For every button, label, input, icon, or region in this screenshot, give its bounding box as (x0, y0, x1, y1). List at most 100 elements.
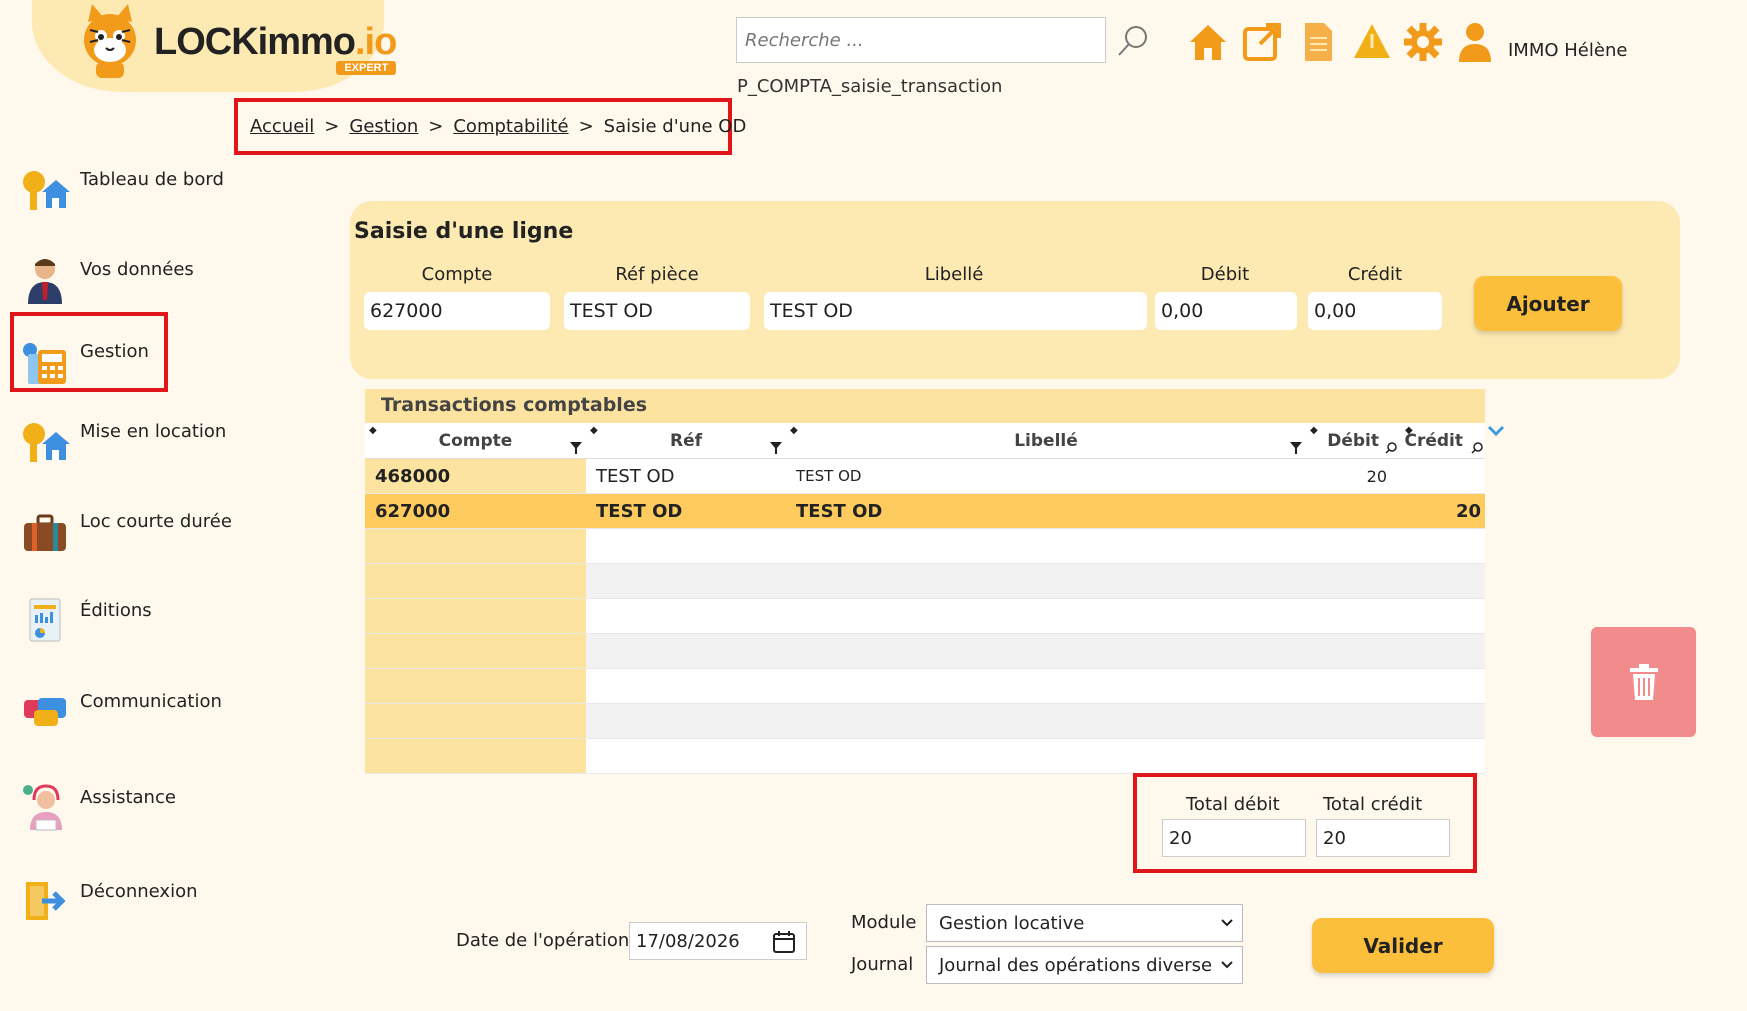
sidebar-item-mise-en-location[interactable]: Mise en location (20, 406, 240, 476)
sort-icon[interactable]: ◆ (1405, 425, 1413, 436)
breadcrumb-separator: > (324, 116, 340, 137)
calendar-icon[interactable] (772, 930, 796, 954)
column-header-credit[interactable]: ◆ Crédit (1401, 423, 1485, 458)
credit-input[interactable]: 0,00 (1308, 292, 1442, 330)
brand-badge: EXPERT (336, 61, 397, 75)
filter-icon[interactable] (770, 442, 782, 454)
label-compte: Compte (421, 264, 493, 285)
sidebar-item-label: Communication (80, 690, 222, 712)
cat-mascot-icon (84, 4, 136, 78)
user-icon[interactable] (1453, 20, 1497, 64)
delete-button[interactable] (1591, 627, 1696, 737)
cell-ref: TEST OD (596, 500, 683, 522)
sidebar-item-vos-donnees[interactable]: Vos données (20, 244, 240, 314)
gear-icon[interactable] (1401, 20, 1445, 64)
column-header-compte[interactable]: ◆ Compte (365, 423, 586, 458)
table-row-empty (365, 529, 1485, 564)
search-icon[interactable] (1116, 24, 1150, 58)
table-caption: Transactions comptables (365, 389, 1485, 423)
page-code: P_COMPTA_saisie_transaction (737, 76, 1003, 97)
sidebar-item-gestion[interactable]: Gestion (20, 326, 240, 396)
document-icon[interactable] (1296, 20, 1340, 64)
sidebar-item-assistance[interactable]: Assistance (20, 772, 240, 842)
label-libelle: Libellé (924, 264, 984, 285)
search-column-icon[interactable] (1385, 442, 1397, 454)
column-header-ref[interactable]: ◆ Réf (586, 423, 786, 458)
chevron-down-icon (1221, 919, 1233, 927)
user-name[interactable]: IMMO Hélène (1508, 40, 1627, 61)
breadcrumb-separator: > (428, 116, 444, 137)
logout-icon (26, 882, 66, 920)
house-key-icon (23, 171, 70, 210)
cell-credit: 20 (1455, 500, 1481, 522)
ajouter-button[interactable]: Ajouter (1474, 276, 1622, 331)
house-key-icon (23, 423, 70, 462)
breadcrumb-gestion[interactable]: Gestion (349, 116, 418, 137)
report-icon (29, 598, 61, 642)
table-row-selected[interactable]: 627000 TEST OD TEST OD 20 (365, 494, 1485, 529)
table-row[interactable]: 468000 TEST OD TEST OD 20 (365, 459, 1485, 494)
filter-icon[interactable] (570, 442, 582, 454)
sidebar-item-label: Éditions (80, 599, 152, 621)
table-row-empty (365, 599, 1485, 634)
column-header-debit[interactable]: ◆ Débit (1306, 423, 1401, 458)
journal-value: Journal des opérations diverse (939, 955, 1213, 976)
valider-button[interactable]: Valider (1312, 918, 1494, 973)
chat-icon (24, 698, 66, 726)
cell-libelle: TEST OD (796, 500, 883, 522)
sidebar-item-deconnexion[interactable]: Déconnexion (20, 866, 240, 936)
total-debit-field: 20 (1162, 819, 1306, 857)
saisie-title: Saisie d'une ligne (354, 219, 574, 244)
date-value: 17/08/2026 (636, 931, 740, 952)
table-row-empty (365, 634, 1485, 669)
sidebar-item-communication[interactable]: Communication (20, 676, 240, 746)
module-label: Module (851, 912, 917, 933)
column-header-libelle[interactable]: ◆ Libellé (786, 423, 1306, 458)
chevron-down-icon (1221, 961, 1233, 969)
brand-suffix: .io (355, 21, 397, 63)
debit-input[interactable]: 0,00 (1155, 292, 1297, 330)
headset-icon (23, 784, 62, 831)
brand-logo[interactable]: LOCKimmo.io EXPERT (70, 2, 397, 82)
trash-icon (1629, 664, 1658, 700)
search-column-icon[interactable] (1471, 442, 1483, 454)
journal-select[interactable]: Journal des opérations diverse (926, 946, 1243, 984)
table-row-empty (365, 669, 1485, 704)
person-icon (28, 259, 62, 304)
sort-icon[interactable]: ◆ (590, 425, 598, 436)
compte-input[interactable]: 627000 (364, 292, 550, 330)
label-debit: Débit (1200, 264, 1250, 285)
cell-libelle: TEST OD (796, 467, 862, 485)
sidebar-item-editions[interactable]: Éditions (20, 585, 240, 655)
brand-name: LOCKimmo (154, 21, 356, 63)
sidebar-item-label: Vos données (80, 258, 194, 280)
sidebar-item-label: Déconnexion (80, 880, 198, 902)
date-label: Date de l'opération (456, 930, 630, 951)
alert-icon[interactable] (1350, 20, 1394, 64)
total-credit-label: Total crédit (1323, 794, 1423, 815)
sort-icon[interactable]: ◆ (369, 425, 377, 436)
sort-icon[interactable]: ◆ (790, 425, 798, 436)
ref-piece-input[interactable]: TEST OD (564, 292, 750, 330)
sort-icon[interactable]: ◆ (1310, 425, 1318, 436)
total-debit-label: Total débit (1186, 794, 1280, 815)
date-input[interactable]: 17/08/2026 (629, 922, 807, 960)
sidebar-item-label: Tableau de bord (80, 168, 224, 190)
external-link-icon[interactable] (1240, 20, 1284, 64)
suitcase-icon (24, 514, 66, 551)
chevron-down-icon[interactable] (1486, 424, 1506, 438)
transactions-table: Transactions comptables ◆ Compte ◆ Réf ◆… (365, 389, 1485, 774)
home-icon[interactable] (1186, 20, 1230, 64)
module-select[interactable]: Gestion locative (926, 904, 1243, 942)
sidebar-item-loc-courte-duree[interactable]: Loc courte durée (20, 496, 240, 566)
breadcrumb-comptabilite[interactable]: Comptabilité (453, 116, 568, 137)
breadcrumb: Accueil > Gestion > Comptabilité > Saisi… (234, 98, 746, 155)
search-input[interactable]: Recherche ... (736, 17, 1106, 63)
cell-debit (1306, 494, 1401, 528)
libelle-input[interactable]: TEST OD (764, 292, 1147, 330)
breadcrumb-accueil[interactable]: Accueil (250, 116, 314, 137)
label-credit: Crédit (1347, 264, 1403, 285)
label-ref-piece: Réf pièce (615, 264, 699, 285)
sidebar-item-tableau-de-bord[interactable]: Tableau de bord (20, 154, 240, 224)
filter-icon[interactable] (1290, 442, 1302, 454)
